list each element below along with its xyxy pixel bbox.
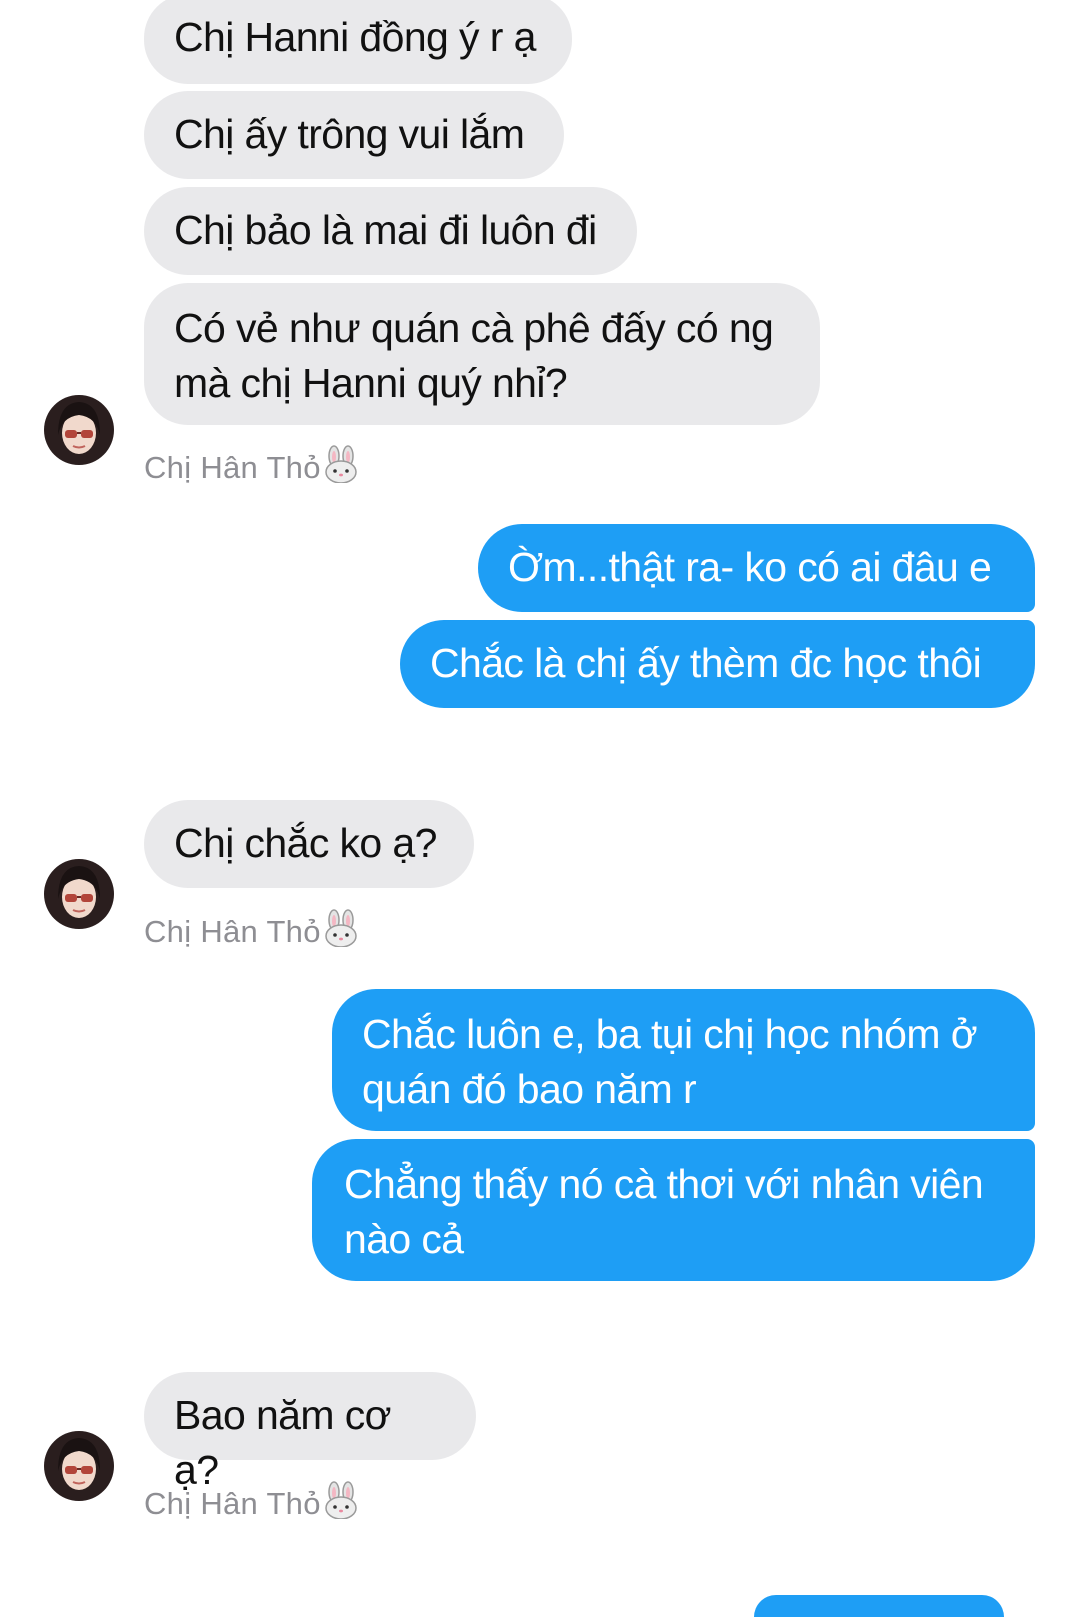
sender-name: Chị Hân Thỏ — [144, 450, 321, 485]
sender-label: Chị Hân Thỏ — [144, 909, 359, 955]
message-bubble-outgoing[interactable]: Chắc luôn e, ba tụi chị học nhóm ở quán … — [332, 989, 1035, 1131]
message-bubble-incoming[interactable]: Chị Hanni đồng ý r ạ — [144, 0, 572, 84]
message-bubble-incoming[interactable]: Chị ấy trông vui lắm — [144, 91, 564, 179]
message-bubble-incoming[interactable]: Chị chắc ko ạ? — [144, 800, 474, 888]
message-bubble-outgoing[interactable]: Chẳng thấy nó cà thơi với nhân viên nào … — [312, 1139, 1035, 1281]
message-bubble-outgoing[interactable]: Ờm...thật ra- ko có ai đâu e — [478, 524, 1035, 612]
bunny-face-icon — [323, 445, 359, 491]
bunny-face-icon — [323, 909, 359, 955]
contact-avatar[interactable] — [44, 395, 114, 465]
message-bubble-outgoing[interactable]: Chắc là chị ấy thèm đc học thôi — [400, 620, 1035, 708]
message-bubble-incoming[interactable]: Có vẻ như quán cà phê đấy có ng mà chị H… — [144, 283, 820, 425]
message-bubble-incoming[interactable]: Chị bảo là mai đi luôn đi — [144, 187, 637, 275]
sender-name: Chị Hân Thỏ — [144, 914, 321, 949]
message-bubble-incoming[interactable]: Bao năm cơ ạ? — [144, 1372, 476, 1493]
bunny-face-icon — [323, 1481, 359, 1527]
sender-label: Chị Hân Thỏ — [144, 445, 359, 491]
contact-avatar[interactable] — [44, 859, 114, 929]
message-bubble-outgoing-partial[interactable] — [754, 1595, 1004, 1617]
contact-avatar[interactable] — [44, 1431, 114, 1501]
sender-label: Chị Hân Thỏ — [144, 1481, 359, 1527]
sender-name: Chị Hân Thỏ — [144, 1486, 321, 1521]
